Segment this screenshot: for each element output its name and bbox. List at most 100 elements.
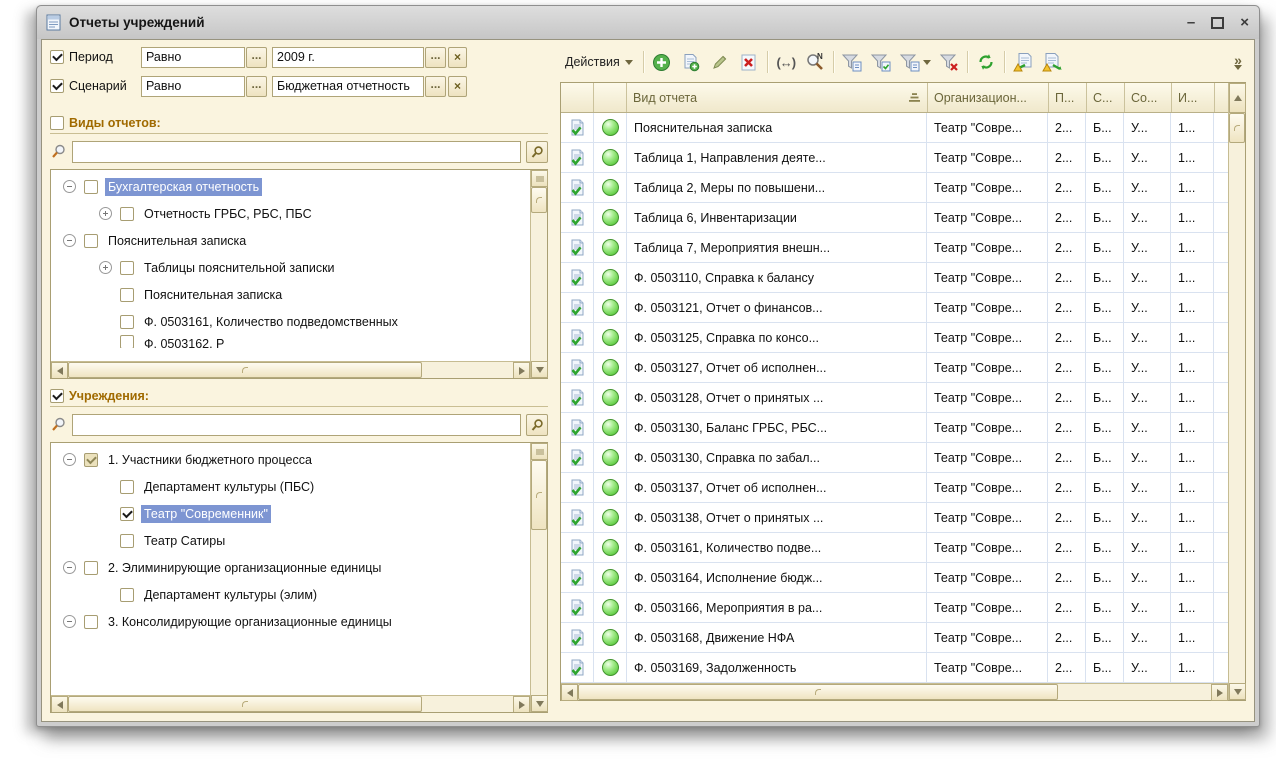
add-copy-button[interactable] — [680, 51, 702, 73]
tree-checkbox[interactable] — [120, 480, 134, 494]
table-row[interactable]: Таблица 7, Мероприятия внешн... Театр "С… — [561, 233, 1228, 263]
tree-item[interactable]: Театр "Современник" — [51, 500, 530, 527]
table-row[interactable]: Ф. 0503110, Справка к балансу Театр "Сов… — [561, 263, 1228, 293]
tree-item[interactable]: Пояснительная записка — [51, 227, 530, 254]
report-types-checkbox[interactable] — [50, 116, 64, 130]
filter-by-value-button[interactable] — [841, 51, 863, 73]
table-row[interactable]: Ф. 0503138, Отчет о принятых ... Театр "… — [561, 503, 1228, 533]
scroll-left-button[interactable] — [561, 684, 578, 701]
scroll-down-button[interactable] — [531, 361, 548, 378]
institutions-search-input[interactable] — [72, 414, 521, 436]
report-types-vertical-scrollbar[interactable] — [530, 170, 547, 378]
scroll-left-button[interactable] — [51, 696, 68, 712]
period-comparison-input[interactable] — [141, 47, 245, 68]
tree-checkbox[interactable] — [84, 180, 98, 194]
tree-item[interactable]: Бухгалтерская отчетность — [51, 173, 530, 200]
titlebar[interactable]: Отчеты учреждений – □ × — [37, 6, 1259, 39]
scroll-right-button[interactable] — [513, 362, 530, 378]
scenario-comparison-browse-button[interactable]: ... — [246, 76, 267, 97]
table-row[interactable]: Таблица 1, Направления деяте... Театр "С… — [561, 143, 1228, 173]
scrollbar-thumb[interactable] — [68, 696, 422, 712]
edit-button[interactable] — [709, 51, 731, 73]
tree-item[interactable]: 2. Элиминирующие организационные единицы — [51, 554, 530, 581]
period-value-browse-button[interactable]: ... — [425, 47, 446, 68]
scrollbar-thumb[interactable] — [1229, 113, 1245, 143]
tree-item[interactable]: Театр Сатиры — [51, 527, 530, 554]
period-checkbox[interactable] — [50, 50, 64, 64]
table-row[interactable]: Ф. 0503169, Задолженность Театр "Совре..… — [561, 653, 1228, 683]
institutions-search-button[interactable] — [526, 414, 548, 436]
table-row[interactable]: Ф. 0503130, Баланс ГРБС, РБС... Театр "С… — [561, 413, 1228, 443]
report-types-search-button[interactable] — [526, 141, 548, 163]
tree-checkbox[interactable] — [120, 507, 134, 521]
tree-expander-icon[interactable] — [99, 261, 112, 274]
institutions-checkbox[interactable] — [50, 389, 64, 403]
tree-item[interactable]: 3. Консолидирующие организационные едини… — [51, 608, 530, 635]
scroll-right-button[interactable] — [1211, 684, 1228, 701]
scrollbar-thumb[interactable] — [531, 187, 547, 213]
report-types-search-input[interactable] — [72, 141, 521, 163]
scroll-down-button[interactable] — [531, 695, 548, 712]
period-value-input[interactable] — [272, 47, 424, 68]
header-cell-p[interactable]: П... — [1049, 83, 1087, 112]
tree-checkbox[interactable] — [84, 615, 98, 629]
tree-item[interactable]: Ф. 0503162, Р — [51, 335, 530, 348]
tree-item[interactable]: 1. Участники бюджетного процесса — [51, 446, 530, 473]
header-cell-icon[interactable] — [561, 83, 594, 112]
tree-item[interactable]: Департамент культуры (элим) — [51, 581, 530, 608]
scenario-comparison-input[interactable] — [141, 76, 245, 97]
scroll-up-button[interactable] — [531, 170, 548, 187]
tree-checkbox[interactable] — [120, 207, 134, 221]
tree-item[interactable]: Департамент культуры (ПБС) — [51, 473, 530, 500]
clear-filter-button[interactable] — [938, 51, 960, 73]
scroll-up-button[interactable] — [1229, 83, 1246, 113]
table-row[interactable]: Пояснительная записка Театр "Совре... 2.… — [561, 113, 1228, 143]
header-cell-so[interactable]: Со... — [1125, 83, 1172, 112]
tree-checkbox[interactable] — [120, 315, 134, 329]
table-row[interactable]: Таблица 2, Меры по повышени... Театр "Со… — [561, 173, 1228, 203]
toolbar-overflow-button[interactable]: » — [1234, 55, 1244, 70]
scenario-value-browse-button[interactable]: ... — [425, 76, 446, 97]
header-cell-status[interactable] — [594, 83, 627, 112]
tree-expander-icon[interactable] — [63, 615, 76, 628]
scroll-right-button[interactable] — [513, 696, 530, 712]
scrollbar-thumb[interactable] — [531, 460, 547, 530]
tree-checkbox[interactable] — [120, 335, 134, 348]
table-row[interactable]: Ф. 0503128, Отчет о принятых ... Театр "… — [561, 383, 1228, 413]
table-row[interactable]: Таблица 6, Инвентаризации Театр "Совре..… — [561, 203, 1228, 233]
header-cell-i[interactable]: И... — [1172, 83, 1215, 112]
set-period-button[interactable]: (↔) — [775, 51, 797, 73]
institutions-vertical-scrollbar[interactable] — [530, 443, 547, 712]
table-row[interactable]: Ф. 0503127, Отчет об исполнен... Театр "… — [561, 353, 1228, 383]
scroll-down-button[interactable] — [1229, 683, 1246, 700]
tree-checkbox[interactable] — [120, 261, 134, 275]
tree-checkbox[interactable] — [120, 588, 134, 602]
minimize-button[interactable]: – — [1187, 15, 1195, 30]
table-row[interactable]: Ф. 0503161, Количество подве... Театр "С… — [561, 533, 1228, 563]
tree-expander-icon[interactable] — [63, 180, 76, 193]
filter-settings-button[interactable] — [870, 51, 892, 73]
header-cell-s[interactable]: С... — [1087, 83, 1125, 112]
tree-checkbox[interactable] — [120, 534, 134, 548]
institutions-horizontal-scrollbar[interactable] — [51, 695, 530, 712]
table-row[interactable]: Ф. 0503121, Отчет о финансов... Театр "С… — [561, 293, 1228, 323]
table-row[interactable]: Ф. 0503137, Отчет об исполнен... Театр "… — [561, 473, 1228, 503]
tree-expander-icon[interactable] — [63, 453, 76, 466]
load-reports-button[interactable] — [1012, 51, 1034, 73]
add-button[interactable] — [651, 51, 673, 73]
table-vertical-scrollbar[interactable] — [1228, 83, 1245, 700]
tree-expander-icon[interactable] — [63, 561, 76, 574]
delete-button[interactable] — [738, 51, 760, 73]
scrollbar-thumb[interactable] — [578, 684, 1058, 700]
period-comparison-browse-button[interactable]: ... — [246, 47, 267, 68]
tree-checkbox[interactable] — [84, 453, 98, 467]
scenario-checkbox[interactable] — [50, 79, 64, 93]
tree-expander-icon[interactable] — [99, 207, 112, 220]
tree-item[interactable]: Отчетность ГРБС, РБС, ПБС — [51, 200, 530, 227]
scenario-value-input[interactable] — [272, 76, 424, 97]
tree-checkbox[interactable] — [120, 288, 134, 302]
scenario-clear-button[interactable]: × — [448, 76, 467, 97]
tree-checkbox[interactable] — [84, 234, 98, 248]
unload-reports-button[interactable] — [1041, 51, 1063, 73]
table-row[interactable]: Ф. 0503168, Движение НФА Театр "Совре...… — [561, 623, 1228, 653]
